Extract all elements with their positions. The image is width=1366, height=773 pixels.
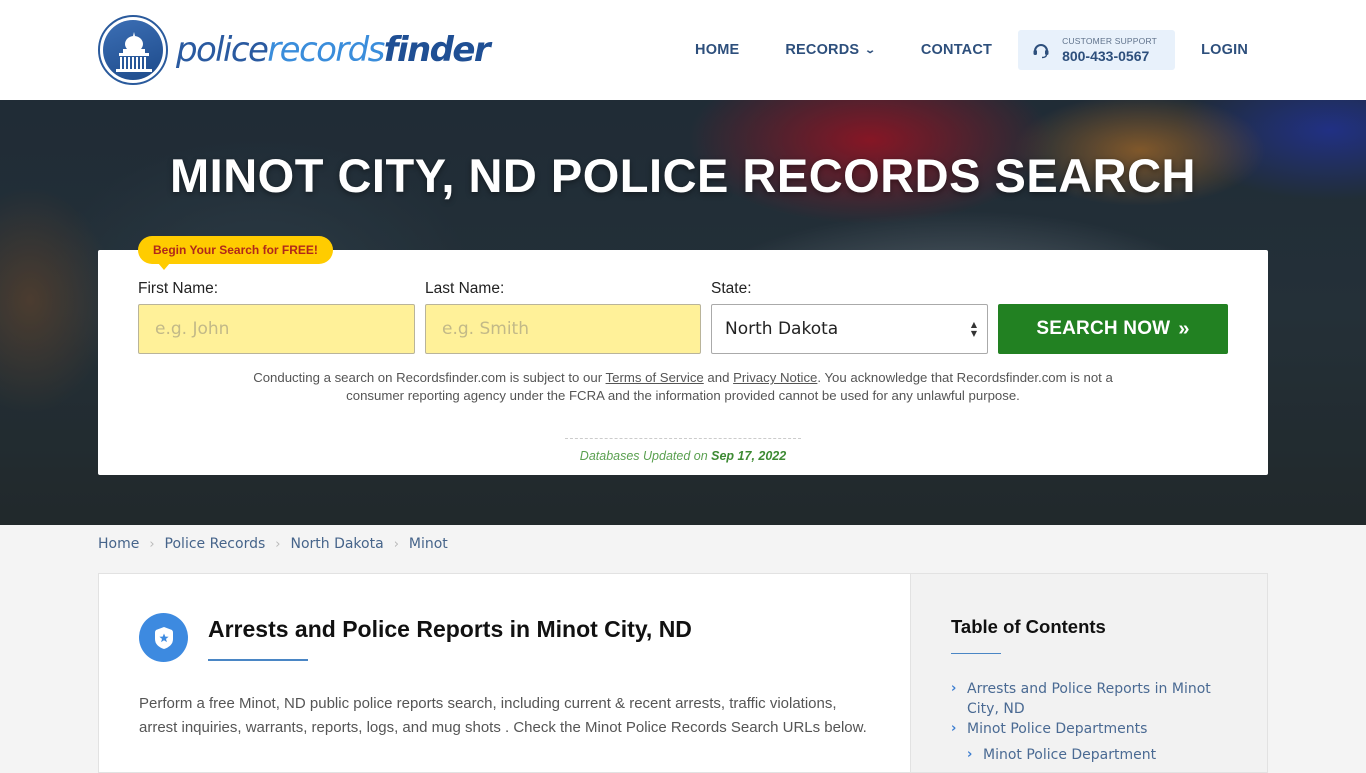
toc-item-label: Minot Police Departments	[967, 721, 1148, 737]
first-name-field-group: First Name:	[138, 280, 415, 354]
state-field-group: State: North Dakota ▲ ▼	[711, 280, 988, 354]
hero-banner: MINOT CITY, ND POLICE RECORDS SEARCH Beg…	[0, 100, 1366, 525]
terms-of-service-link[interactable]: Terms of Service	[606, 370, 704, 385]
breadcrumb-minot[interactable]: Minot	[409, 536, 448, 552]
nav-contact-label: CONTACT	[920, 42, 993, 58]
site-header: policerecordsfinder HOME RECORDS ⌄ CONTAC…	[0, 0, 1366, 100]
breadcrumb-police-records[interactable]: Police Records	[165, 536, 266, 552]
chevron-right-icon: ›	[951, 721, 957, 736]
chevron-right-icon: ›	[149, 536, 155, 552]
logo-text-records: records	[267, 30, 385, 70]
headset-icon	[1033, 44, 1049, 59]
nav-records[interactable]: RECORDS ⌄	[785, 42, 877, 58]
privacy-notice-link[interactable]: Privacy Notice	[733, 370, 817, 385]
search-button-label: SEARCH NOW	[1036, 318, 1171, 339]
page-title: MINOT CITY, ND POLICE RECORDS SEARCH	[170, 149, 1196, 202]
logo-text-police: police	[176, 30, 269, 70]
support-label: CUSTOMER SUPPORT	[1062, 36, 1158, 47]
databases-updated: Databases Updated on Sep 17, 2022	[98, 449, 1268, 463]
search-form: First Name: Last Name: State: North Dako…	[98, 250, 1268, 475]
last-name-field-group: Last Name:	[425, 280, 701, 354]
toc-title: Table of Contents	[951, 616, 1106, 637]
free-search-badge: Begin Your Search for FREE!	[138, 236, 333, 270]
title-underline	[208, 659, 308, 661]
search-now-button[interactable]: SEARCH NOW »	[998, 304, 1228, 354]
logo-wordmark: policerecordsfinder	[176, 30, 491, 70]
police-badge-icon	[139, 613, 188, 662]
nav-contact[interactable]: CONTACT	[921, 42, 992, 58]
breadcrumb: Home › Police Records › North Dakota › M…	[0, 525, 1366, 563]
nav-login-label: LOGIN	[1201, 42, 1248, 58]
first-name-label: First Name:	[138, 280, 219, 297]
toc-underline	[951, 653, 1001, 654]
state-selected-value: North Dakota	[725, 319, 839, 339]
db-updated-date: Sep 17, 2022	[711, 449, 787, 463]
divider	[565, 438, 801, 439]
breadcrumb-north-dakota[interactable]: North Dakota	[290, 536, 383, 552]
chevron-down-icon: ⌄	[864, 44, 877, 56]
disclaimer-part: and	[703, 370, 734, 385]
toc-item-label: Minot Police Department	[983, 747, 1157, 763]
content-area: Arrests and Police Reports in Minot City…	[98, 573, 1268, 773]
toc-item[interactable]: › Minot Police Departments	[951, 719, 1221, 739]
nav-home[interactable]: HOME	[695, 42, 739, 58]
disclaimer-part: Conducting a search on Recordsfinder.com…	[253, 370, 606, 385]
breadcrumb-home[interactable]: Home	[98, 536, 139, 552]
db-updated-label: Databases Updated on	[579, 449, 712, 463]
capitol-logo-icon	[98, 15, 168, 85]
toc-item[interactable]: › Arrests and Police Reports in Minot Cit…	[951, 679, 1221, 719]
select-arrows-icon: ▲ ▼	[970, 320, 977, 338]
main-nav: HOME RECORDS ⌄ CONTACT CUSTOMER SUPPORT 8…	[695, 30, 1248, 70]
support-phone[interactable]: 800-433-0567	[1062, 49, 1157, 63]
logo-text-finder: finder	[383, 30, 491, 70]
site-logo[interactable]: policerecordsfinder	[98, 15, 491, 85]
customer-support-box[interactable]: CUSTOMER SUPPORT 800-433-0567	[1018, 30, 1176, 70]
nav-records-label: RECORDS	[785, 42, 860, 58]
chevron-right-icon: ›	[393, 536, 399, 552]
disclaimer-text: Conducting a search on Recordsfinder.com…	[248, 369, 1118, 405]
table-of-contents: Table of Contents › Arrests and Police Re…	[910, 573, 1268, 773]
intro-paragraph: Perform a free Minot, ND public police r…	[139, 695, 867, 736]
last-name-input[interactable]	[425, 304, 701, 354]
main-article: Arrests and Police Reports in Minot City…	[98, 573, 910, 773]
state-select[interactable]: North Dakota ▲ ▼	[711, 304, 988, 354]
chevron-right-icon: ›	[967, 747, 973, 762]
first-name-input[interactable]	[138, 304, 415, 354]
chevron-right-icon: ›	[951, 681, 957, 696]
toc-item-label: Arrests and Police Reports in Minot City…	[967, 681, 1211, 717]
toc-subitem[interactable]: › Minot Police Department	[967, 745, 1221, 765]
nav-home-label: HOME	[695, 42, 740, 58]
nav-login[interactable]: LOGIN	[1201, 42, 1248, 58]
state-label: State:	[711, 280, 752, 297]
double-chevron-right-icon: »	[1178, 317, 1190, 340]
toc-list: › Arrests and Police Reports in Minot Cit…	[951, 679, 1221, 765]
chevron-right-icon: ›	[275, 536, 281, 552]
last-name-label: Last Name:	[425, 280, 505, 297]
section-title: Arrests and Police Reports in Minot City…	[208, 616, 692, 642]
